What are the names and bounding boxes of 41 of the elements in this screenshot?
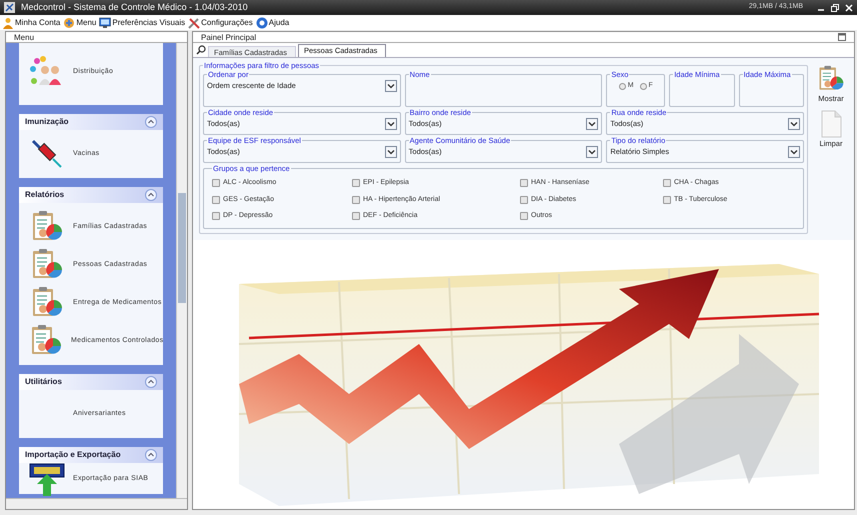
window-title: Medcontrol - Sistema de Controle Médico - 1.04/03-2010	[21, 0, 248, 14]
menu-bar-item[interactable]: Menu	[63, 16, 96, 28]
menu-bar-item[interactable]: Minha Conta	[2, 16, 60, 28]
checkbox[interactable]	[663, 196, 671, 204]
section-title: Importação e Exportação	[25, 449, 121, 461]
collapse-icon[interactable]	[145, 376, 157, 388]
radio-button[interactable]	[640, 82, 647, 90]
checkbox[interactable]	[663, 179, 671, 188]
maximize-icon[interactable]	[838, 33, 846, 41]
menu-bar-item[interactable]: Ajuda	[256, 16, 290, 28]
checkbox[interactable]	[352, 179, 360, 188]
checkbox[interactable]	[352, 212, 360, 220]
checkbox[interactable]	[520, 179, 528, 188]
menu-bar-item[interactable]: Preferências Visuais	[99, 16, 186, 28]
section-title: Relatórios	[25, 189, 64, 201]
checkbox[interactable]	[520, 196, 528, 204]
collapse-icon[interactable]	[145, 189, 157, 201]
sign-arrow-icon	[29, 462, 65, 496]
scrollbar-thumb[interactable]	[178, 193, 186, 303]
restore-icon[interactable]	[831, 4, 839, 12]
section-title: Utilitários	[25, 376, 62, 388]
vertical-scrollbar[interactable]	[176, 43, 187, 498]
section-title: Imunização	[25, 116, 69, 128]
collapse-icon[interactable]	[145, 449, 157, 461]
blank-page-icon	[820, 110, 842, 138]
horizontal-scrollbar[interactable]	[6, 498, 187, 509]
app-logo-icon	[4, 2, 15, 13]
checkbox[interactable]	[352, 196, 360, 204]
checkbox[interactable]	[520, 212, 528, 220]
checkbox[interactable]	[212, 196, 220, 204]
radio-button[interactable]	[618, 82, 626, 90]
close-icon[interactable]	[845, 4, 853, 12]
panel-header: Menu	[6, 32, 187, 43]
person-icon	[2, 16, 14, 28]
search-icon[interactable]	[196, 45, 206, 55]
checkbox[interactable]	[212, 179, 220, 188]
checkbox[interactable]	[212, 212, 220, 220]
menu-bar-item[interactable]: Configurações	[188, 16, 253, 28]
collapse-icon[interactable]	[145, 116, 157, 128]
monitor-icon	[99, 16, 112, 28]
panel-header: Painel Principal	[201, 32, 256, 42]
